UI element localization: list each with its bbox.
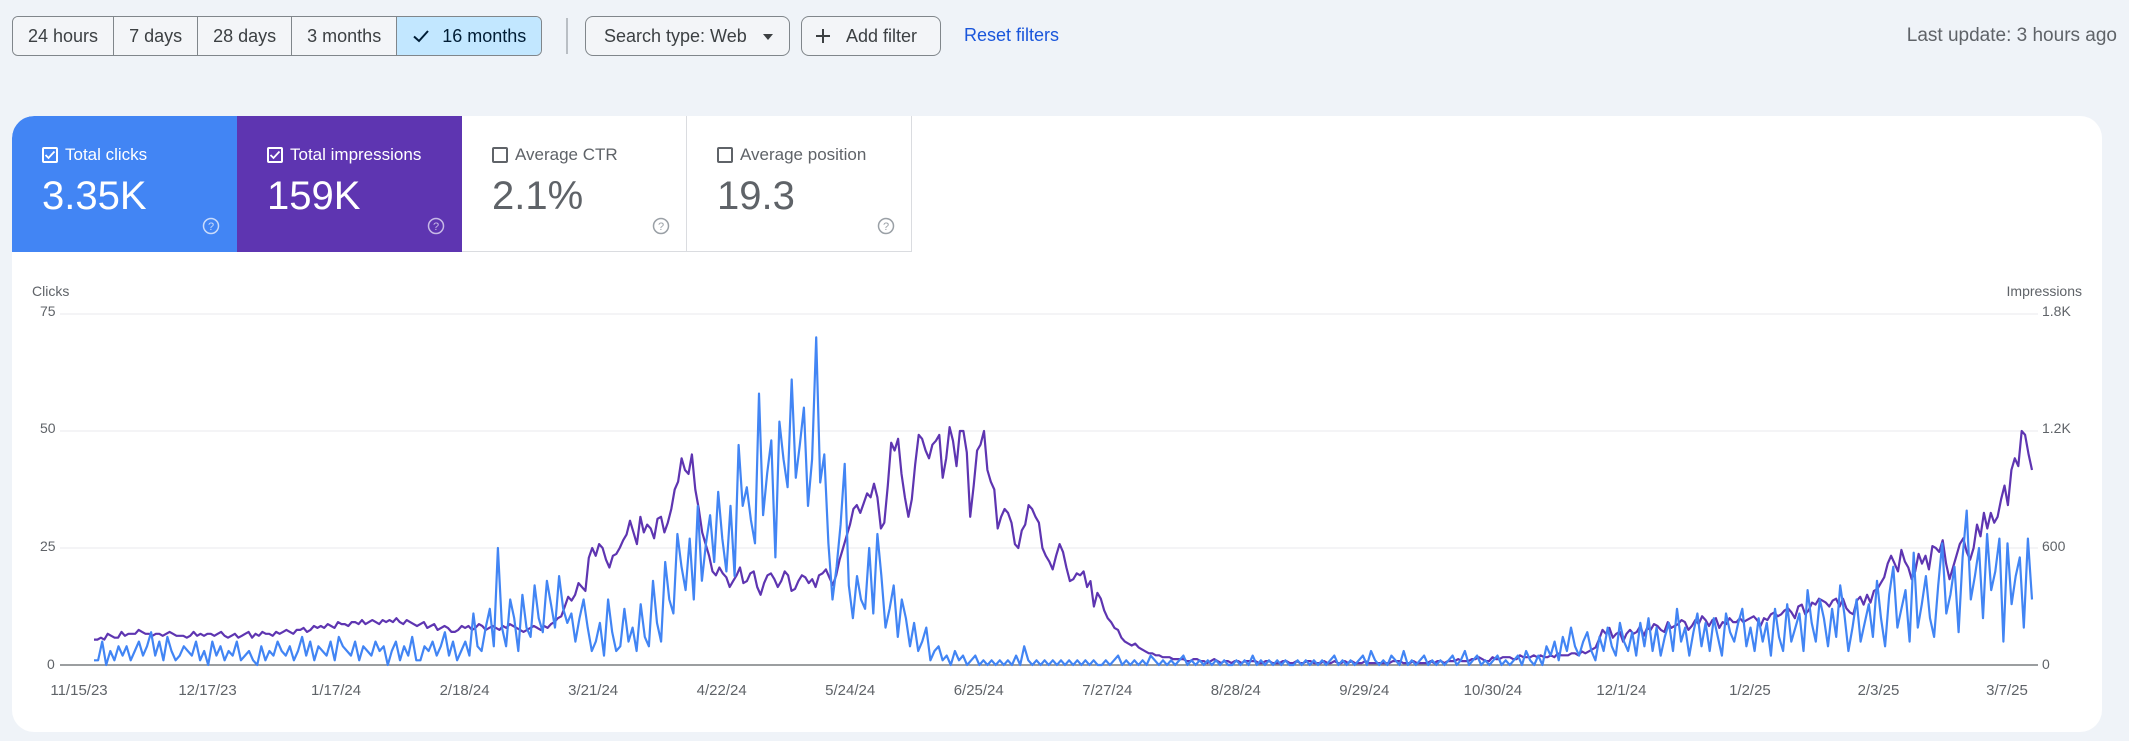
add-filter-button[interactable]: Add filter bbox=[801, 16, 941, 56]
checkbox-checked-icon[interactable] bbox=[42, 147, 58, 163]
metric-value: 19.3 bbox=[717, 174, 795, 218]
range-label: 7 days bbox=[129, 25, 183, 46]
metric-average-ctr[interactable]: Average CTR 2.1% ? bbox=[462, 116, 687, 252]
help-icon[interactable]: ? bbox=[877, 217, 895, 235]
date-range-selector: 24 hours 7 days 28 days 3 months 16 mont… bbox=[12, 16, 543, 56]
search-type-dropdown[interactable]: Search type: Web bbox=[585, 16, 790, 56]
toolbar-divider bbox=[566, 18, 568, 54]
range-3-months[interactable]: 3 months bbox=[292, 17, 398, 55]
series-line-impressions bbox=[94, 426, 2034, 665]
last-update-text: Last update: 3 hours ago bbox=[1906, 25, 2117, 46]
metric-average-position[interactable]: Average position 19.3 ? bbox=[687, 116, 912, 252]
add-filter-label: Add filter bbox=[846, 25, 918, 46]
metric-label: Average position bbox=[740, 145, 867, 164]
range-label: 24 hours bbox=[28, 25, 99, 46]
checkbox-checked-icon[interactable] bbox=[267, 147, 283, 163]
plus-icon bbox=[816, 29, 830, 43]
range-28-days[interactable]: 28 days bbox=[198, 17, 293, 55]
performance-card: Total clicks 3.35K ? Total impressions 1… bbox=[12, 116, 2102, 732]
checkmark-icon bbox=[413, 30, 429, 43]
metric-value: 3.35K bbox=[42, 174, 147, 218]
range-16-months[interactable]: 16 months bbox=[397, 17, 542, 55]
svg-text:?: ? bbox=[433, 221, 439, 233]
range-7-days[interactable]: 7 days bbox=[114, 17, 199, 55]
checkbox-unchecked-icon[interactable] bbox=[717, 147, 733, 163]
metric-label: Average CTR bbox=[515, 145, 618, 164]
help-icon[interactable]: ? bbox=[652, 217, 670, 235]
range-24-hours[interactable]: 24 hours bbox=[13, 17, 115, 55]
svg-text:?: ? bbox=[883, 221, 889, 233]
metric-total-impressions[interactable]: Total impressions 159K ? bbox=[237, 116, 462, 252]
search-type-label: Search type: Web bbox=[604, 25, 747, 46]
metric-value: 2.1% bbox=[492, 174, 584, 218]
svg-text:?: ? bbox=[208, 221, 214, 233]
toolbar: 24 hours 7 days 28 days 3 months 16 mont… bbox=[12, 16, 2117, 56]
range-label: 3 months bbox=[307, 25, 382, 46]
help-icon[interactable]: ? bbox=[427, 217, 445, 235]
help-icon[interactable]: ? bbox=[202, 217, 220, 235]
range-label: 28 days bbox=[213, 25, 277, 46]
metric-cards: Total clicks 3.35K ? Total impressions 1… bbox=[12, 116, 912, 252]
metric-value: 159K bbox=[267, 174, 361, 218]
chart-plot-area bbox=[60, 313, 2038, 667]
metric-label: Total impressions bbox=[290, 145, 422, 164]
performance-chart: Clicks Impressions 75 50 25 0 1.8K 1.2K … bbox=[12, 276, 2102, 732]
caret-down-icon bbox=[763, 34, 773, 40]
checkbox-unchecked-icon[interactable] bbox=[492, 147, 508, 163]
range-label: 16 months bbox=[442, 25, 527, 46]
reset-filters-link[interactable]: Reset filters bbox=[964, 25, 1059, 46]
series-line-clicks bbox=[94, 336, 2034, 667]
metric-total-clicks[interactable]: Total clicks 3.35K ? bbox=[12, 116, 237, 252]
svg-text:?: ? bbox=[658, 221, 664, 233]
metric-label: Total clicks bbox=[65, 145, 148, 164]
